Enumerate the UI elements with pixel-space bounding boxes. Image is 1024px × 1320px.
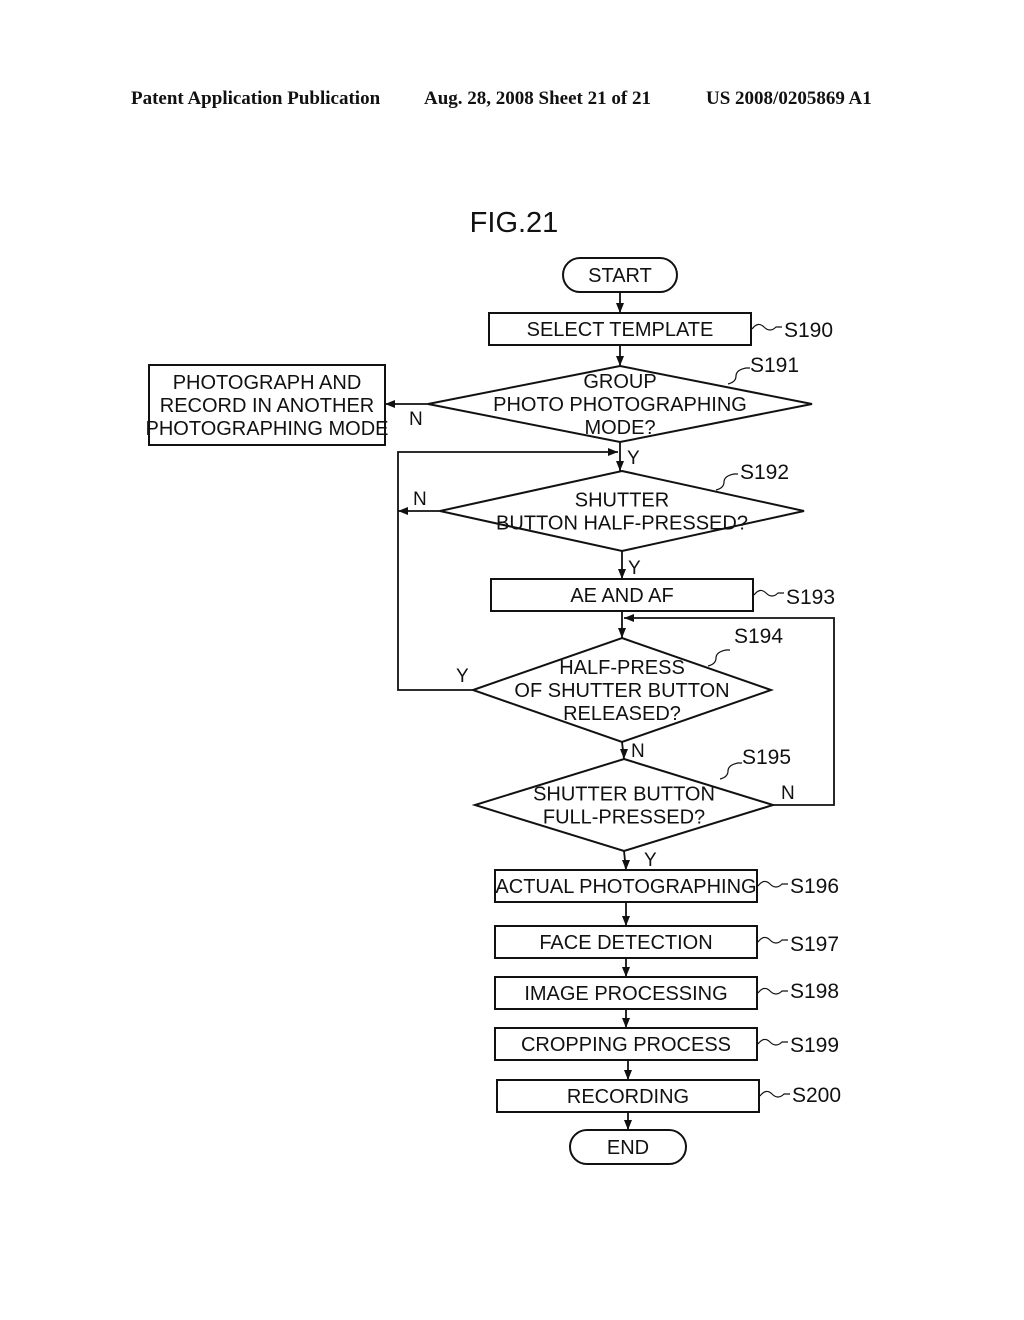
label-no: N (409, 409, 423, 430)
label-no: N (781, 783, 795, 804)
s194-text-line: OF SHUTTER BUTTON (514, 680, 729, 702)
node-s190: SELECT TEMPLATE (488, 312, 752, 346)
step-label-s194: S194 (734, 625, 783, 648)
step-leader-line (757, 880, 788, 888)
step-label-s200: S200 (792, 1084, 841, 1107)
step-leader-line (715, 473, 738, 491)
step-label-s191: S191 (750, 354, 799, 377)
s199-text-line: CROPPING PROCESS (521, 1034, 731, 1056)
arrowhead (622, 967, 630, 977)
step-label-s195: S195 (742, 746, 791, 769)
label-yes: Y (644, 850, 657, 871)
arrowhead (622, 1018, 630, 1028)
arrowhead (616, 461, 624, 471)
s192-text-line: SHUTTER (575, 490, 669, 512)
arrowhead (618, 569, 626, 579)
step-label-s196: S196 (790, 875, 839, 898)
arrowhead (624, 1120, 632, 1130)
arrowhead (608, 448, 618, 456)
arrowhead (622, 916, 630, 926)
s191-text-line: MODE? (584, 417, 655, 439)
end-text-line: END (607, 1137, 649, 1159)
s191-text-line: GROUP (583, 371, 656, 393)
step-label-s193: S193 (786, 586, 835, 609)
label-yes: Y (627, 448, 640, 469)
s194-text-line: HALF-PRESS (559, 657, 685, 679)
node-s199: CROPPING PROCESS (494, 1027, 758, 1061)
s198-text-line: IMAGE PROCESSING (524, 983, 727, 1005)
step-leader-line (751, 323, 782, 331)
step-leader-line (727, 367, 750, 385)
flowchart: FIG.21 START SELECT TEMPLATE GROUPPHOTO PH… (146, 207, 841, 1165)
s195-text-line: SHUTTER BUTTON (533, 784, 715, 806)
arrowhead (620, 749, 628, 759)
arrowhead (398, 507, 408, 515)
node-end: END (569, 1129, 687, 1165)
step-leader-line (757, 936, 788, 944)
figure-title: FIG.21 (470, 207, 559, 239)
s195-text-line: FULL-PRESSED? (543, 807, 705, 829)
label-yes: Y (628, 558, 641, 579)
step-leader-line (707, 649, 730, 667)
node-s200: RECORDING (496, 1079, 760, 1113)
label-no: N (631, 741, 645, 762)
step-leader-line (757, 987, 788, 995)
s193-text-line: AE AND AF (570, 585, 673, 607)
s196-text-line: ACTUAL PHOTOGRAPHING (495, 876, 756, 898)
node-s198: IMAGE PROCESSING (494, 976, 758, 1010)
step-leader-line (719, 762, 742, 780)
node-s197: FACE DETECTION (494, 925, 758, 959)
step-leader-line (757, 1038, 788, 1046)
other-text-line: RECORD IN ANOTHER (160, 395, 374, 417)
s191-text-line: PHOTO PHOTOGRAPHING (493, 394, 747, 416)
arrowhead (624, 1070, 632, 1080)
step-label-s199: S199 (790, 1034, 839, 1057)
s192-text-line: BUTTON HALF-PRESSED? (496, 513, 748, 535)
arrowhead (624, 614, 634, 622)
s200-text-line: RECORDING (567, 1086, 689, 1108)
step-label-s190: S190 (784, 319, 833, 342)
node-s196: ACTUAL PHOTOGRAPHING (494, 869, 758, 903)
step-label-s192: S192 (740, 461, 789, 484)
label-no: N (413, 489, 427, 510)
label-yes: Y (456, 666, 469, 687)
s197-text-line: FACE DETECTION (539, 932, 712, 954)
node-s193: AE AND AF (490, 578, 754, 612)
step-label-s198: S198 (790, 980, 839, 1003)
s190-text-line: SELECT TEMPLATE (527, 319, 714, 341)
step-label-s197: S197 (790, 933, 839, 956)
arrowhead (616, 356, 624, 366)
node-s191: GROUPPHOTO PHOTOGRAPHINGMODE? (427, 364, 813, 444)
step-leader-line (759, 1090, 790, 1098)
arrowhead (616, 303, 624, 313)
arrowhead (618, 628, 626, 638)
other-text-line: PHOTOGRAPHING MODE (146, 418, 389, 440)
other-text-line: PHOTOGRAPH AND (173, 372, 362, 394)
node-start: START (562, 257, 678, 293)
arrowhead (622, 860, 630, 870)
arrowhead (385, 400, 395, 408)
node-other: PHOTOGRAPH ANDRECORD IN ANOTHERPHOTOGRAP… (146, 364, 389, 446)
node-s194: HALF-PRESSOF SHUTTER BUTTONRELEASED? (469, 636, 775, 744)
start-text-line: START (588, 265, 652, 287)
nodes: START SELECT TEMPLATE GROUPPHOTO PHOTOGRAP… (146, 257, 813, 1165)
step-leader-line (753, 589, 784, 597)
s194-text-line: RELEASED? (563, 703, 681, 725)
